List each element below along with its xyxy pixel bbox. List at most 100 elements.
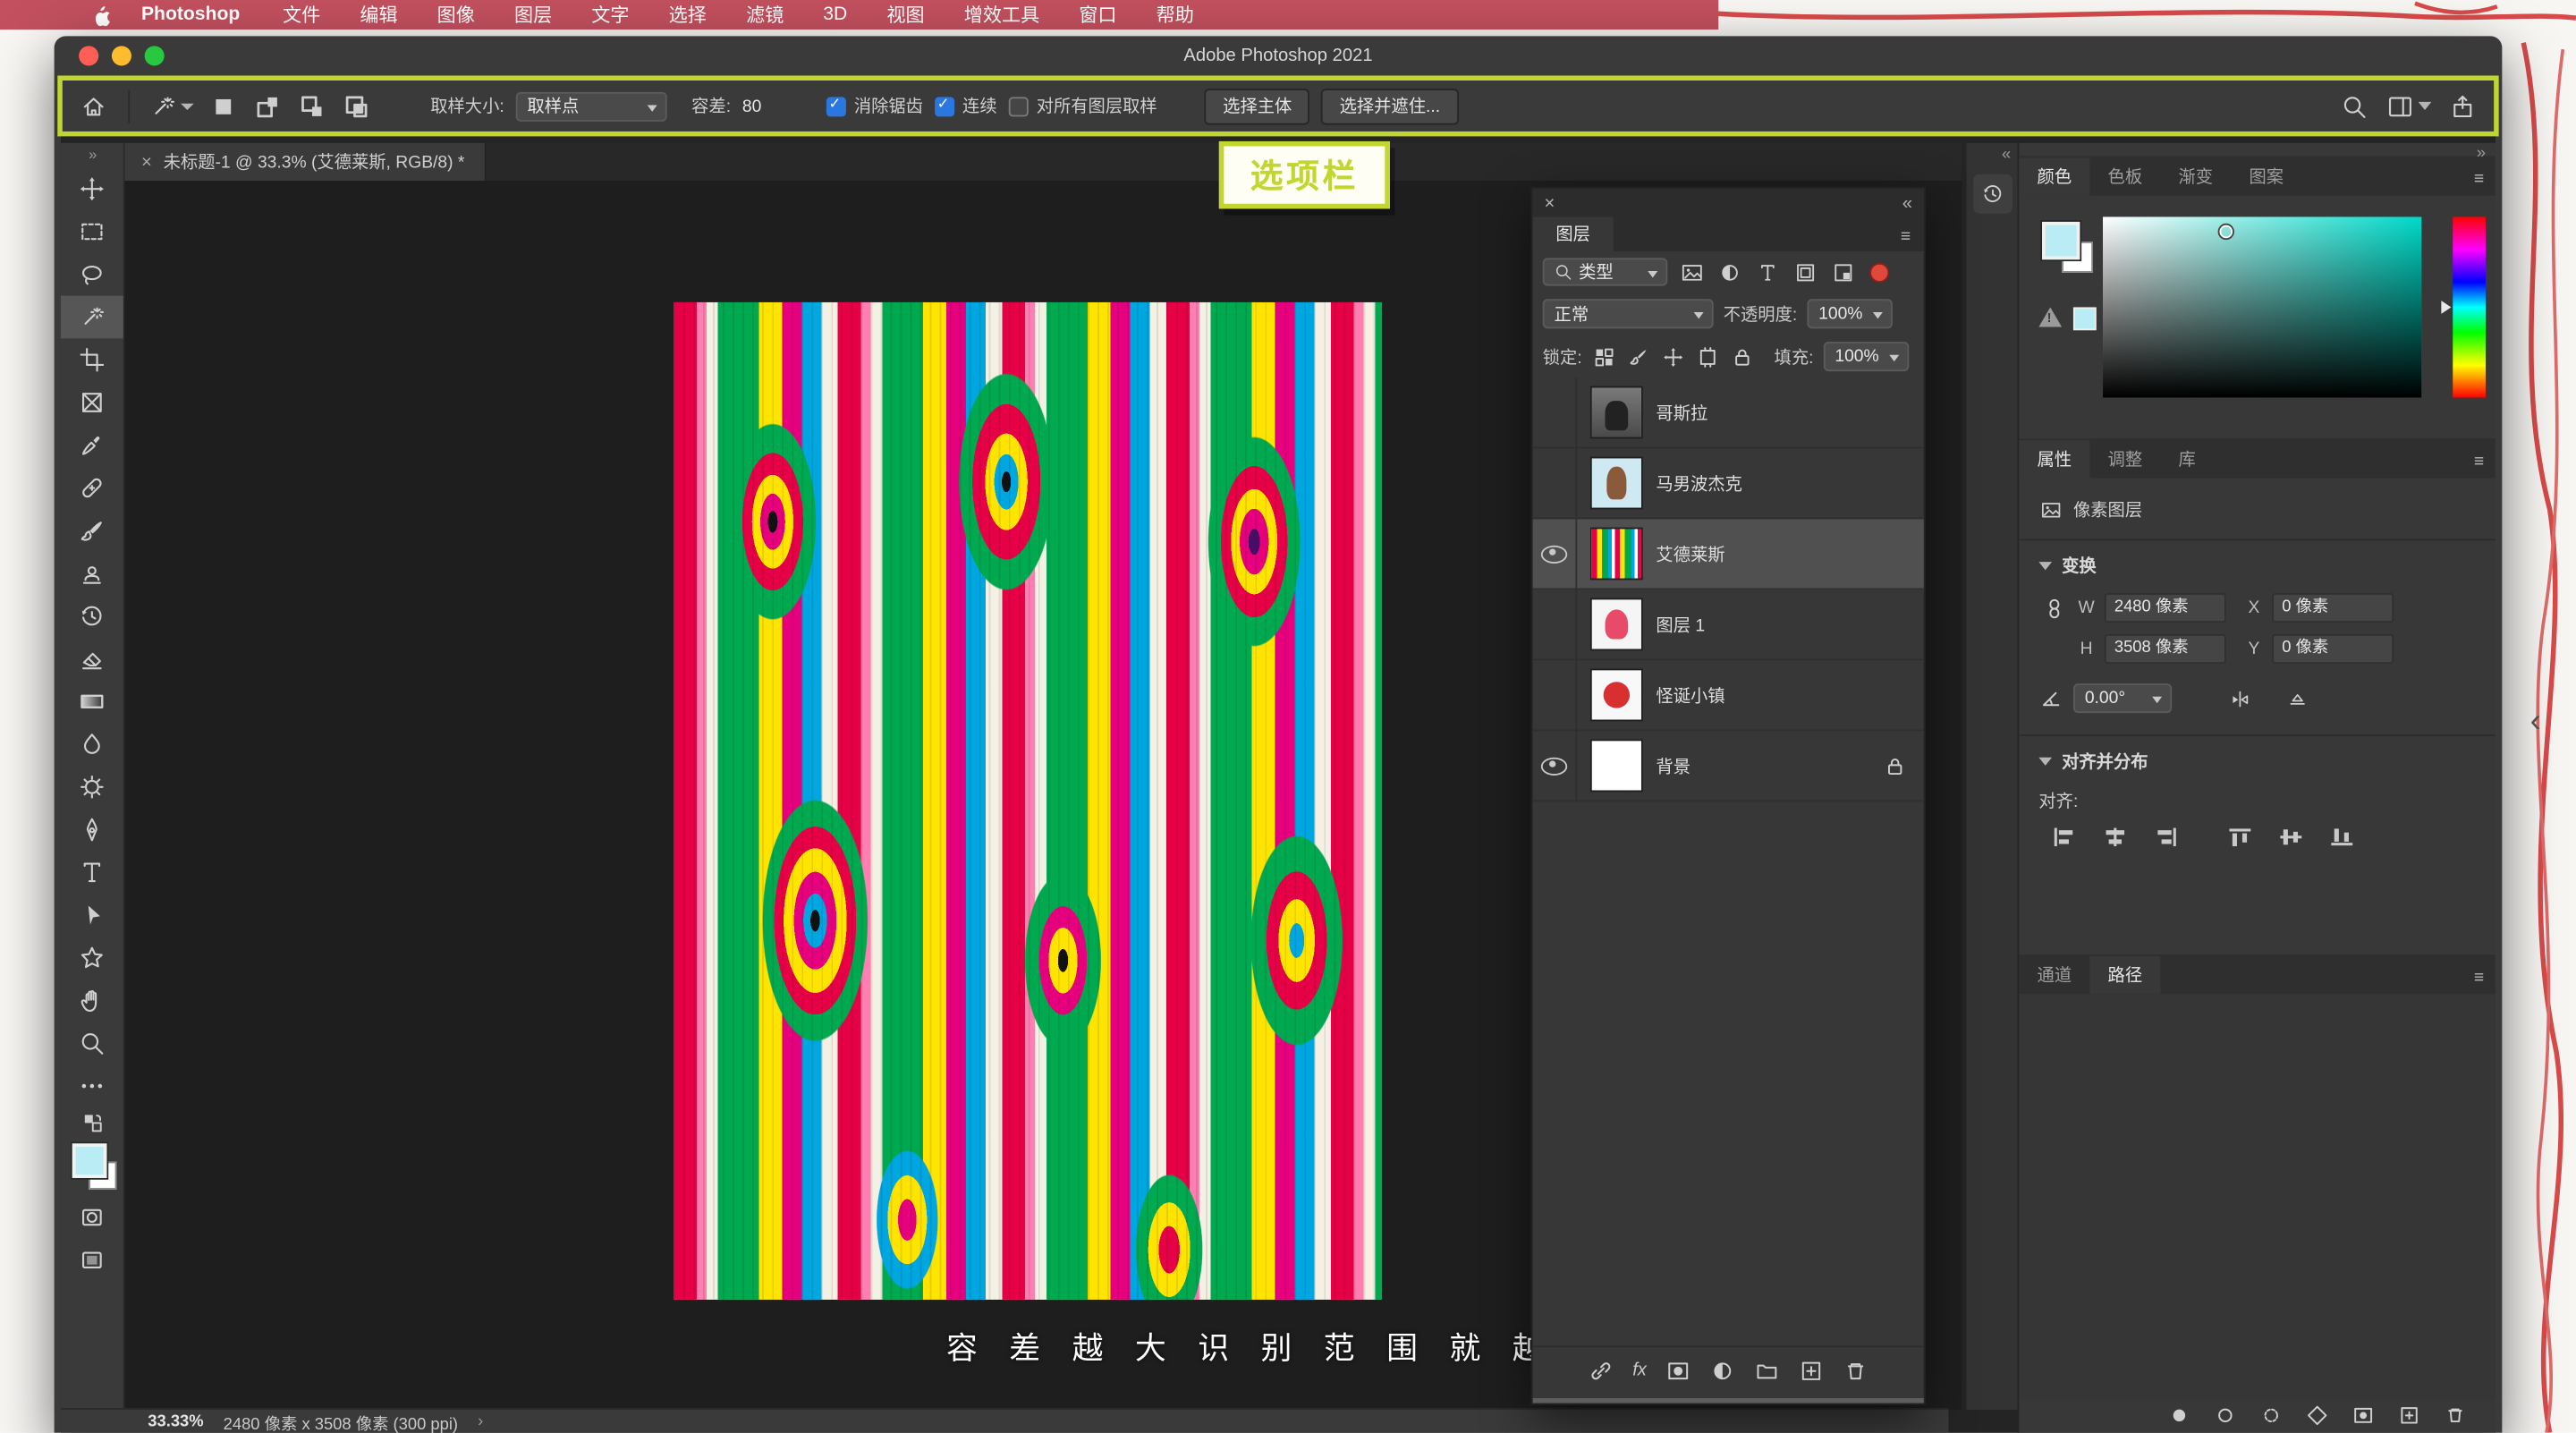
tool-history-brush[interactable] <box>61 595 123 638</box>
tool-move[interactable] <box>61 167 123 210</box>
history-panel-icon[interactable] <box>1972 174 2012 214</box>
tab-color[interactable]: 颜色 <box>2019 157 2089 195</box>
menu-app-name[interactable]: Photoshop <box>118 5 263 25</box>
menu-item-file[interactable]: 文件 <box>263 2 340 28</box>
tool-crop[interactable] <box>61 338 123 381</box>
tool-clone-stamp[interactable] <box>61 552 123 595</box>
lock-artboard-icon[interactable] <box>1695 344 1720 369</box>
layer-row[interactable]: 马男波杰克 <box>1533 448 1924 519</box>
toolbar-collapse-icon[interactable]: » <box>61 143 123 168</box>
flip-vertical-icon[interactable] <box>2285 686 2310 711</box>
layer-thumbnail[interactable] <box>1590 386 1643 439</box>
delete-path-icon[interactable] <box>2443 1403 2468 1428</box>
panel-menu-icon[interactable]: ≡ <box>2474 169 2484 189</box>
tab-swatches[interactable]: 色板 <box>2089 157 2160 195</box>
menu-item-image[interactable]: 图像 <box>418 2 495 28</box>
tab-gradients[interactable]: 渐变 <box>2160 157 2231 195</box>
canvas-image[interactable] <box>674 302 1382 1300</box>
opacity-dropdown[interactable]: 100% <box>1807 299 1893 328</box>
menu-item-layer[interactable]: 图层 <box>495 2 572 28</box>
add-layer-mask-icon[interactable] <box>1666 1358 1691 1383</box>
layer-row-background[interactable]: 背景 <box>1533 731 1924 801</box>
layer-thumbnail[interactable] <box>1590 457 1643 510</box>
dock-collapse-icon[interactable]: » <box>2477 145 2486 163</box>
visibility-toggle[interactable] <box>1533 589 1578 658</box>
close-panel-icon[interactable]: × <box>1545 193 1555 213</box>
lock-position-icon[interactable] <box>1661 344 1686 369</box>
anti-alias-check-icon[interactable] <box>826 96 846 115</box>
color-picker-handle[interactable] <box>2217 225 2233 241</box>
panel-resize-handle[interactable] <box>1533 1398 1924 1403</box>
align-top-icon[interactable] <box>2228 827 2253 848</box>
flip-horizontal-icon[interactable] <box>2228 686 2253 711</box>
eye-icon[interactable] <box>1541 757 1567 775</box>
tab-libraries[interactable]: 库 <box>2160 440 2214 478</box>
adjustment-layer-icon[interactable] <box>1711 1358 1736 1383</box>
home-icon[interactable] <box>75 85 111 128</box>
menu-item-3d[interactable]: 3D <box>803 5 867 25</box>
add-to-selection-mode-icon[interactable] <box>251 85 284 128</box>
layer-thumbnail[interactable] <box>1590 528 1643 581</box>
menu-item-window[interactable]: 窗口 <box>1059 2 1136 28</box>
tool-eyedropper[interactable] <box>61 424 123 467</box>
contiguous-check-icon[interactable] <box>935 96 954 115</box>
tool-shape[interactable] <box>61 937 123 979</box>
close-tab-icon[interactable]: × <box>141 152 152 172</box>
filter-shape-layers-icon[interactable] <box>1791 258 1818 285</box>
anti-alias-checkbox[interactable]: 消除锯齿 <box>826 94 923 119</box>
layer-row[interactable]: 哥斯拉 <box>1533 377 1924 448</box>
panel-menu-icon[interactable]: ≡ <box>1887 226 1924 251</box>
align-horizontal-center-icon[interactable] <box>2103 827 2128 848</box>
eye-icon[interactable] <box>1541 545 1567 563</box>
tab-paths[interactable]: 路径 <box>2089 956 2160 994</box>
menu-item-help[interactable]: 帮助 <box>1137 2 1214 28</box>
menu-item-type[interactable]: 文字 <box>572 2 648 28</box>
layer-row-selected[interactable]: 艾德莱斯 <box>1533 519 1924 589</box>
mask-from-path-icon[interactable] <box>2305 1403 2330 1428</box>
align-bottom-icon[interactable] <box>2329 827 2354 848</box>
tab-layers[interactable]: 图层 <box>1533 216 1614 251</box>
tool-eraser[interactable] <box>61 638 123 681</box>
rotation-angle-dropdown[interactable]: 0.00° <box>2073 683 2172 713</box>
tool-more-ellipsis[interactable] <box>61 1064 123 1107</box>
new-mask-icon[interactable] <box>2351 1403 2376 1428</box>
gamut-color-swatch[interactable] <box>2073 307 2097 330</box>
menu-item-select[interactable]: 选择 <box>649 2 726 28</box>
status-chevron-icon[interactable]: › <box>478 1412 483 1430</box>
visibility-toggle[interactable] <box>1533 519 1578 588</box>
layer-filter-type-dropdown[interactable]: 类型 <box>1543 258 1668 285</box>
magic-wand-tool-icon[interactable] <box>146 85 195 128</box>
align-vertical-center-icon[interactable] <box>2279 827 2304 848</box>
foreground-background-swatches[interactable] <box>61 1140 123 1196</box>
saturation-brightness-field[interactable] <box>2103 216 2421 397</box>
layer-row[interactable]: 怪诞小镇 <box>1533 660 1924 731</box>
new-group-icon[interactable] <box>1755 1358 1780 1383</box>
sample-all-layers-checkbox[interactable]: 对所有图层取样 <box>1008 94 1157 119</box>
share-icon[interactable] <box>2445 85 2480 128</box>
tool-frame[interactable] <box>61 381 123 424</box>
tool-gradient[interactable] <box>61 680 123 723</box>
hue-slider-handle[interactable] <box>2441 300 2451 313</box>
menu-item-view[interactable]: 视图 <box>867 2 944 28</box>
lock-pixels-icon[interactable] <box>1626 344 1651 369</box>
tool-zoom[interactable] <box>61 1022 123 1064</box>
hue-slider[interactable] <box>2453 216 2486 397</box>
new-selection-mode-icon[interactable] <box>207 85 240 128</box>
tab-channels[interactable]: 通道 <box>2019 956 2089 994</box>
menu-item-edit[interactable]: 编辑 <box>340 2 417 28</box>
height-value[interactable]: 3508 像素 <box>2105 634 2226 664</box>
tab-adjustments[interactable]: 调整 <box>2089 440 2160 478</box>
fill-path-icon[interactable] <box>2167 1403 2192 1428</box>
tool-brush[interactable] <box>61 509 123 552</box>
filter-smart-objects-icon[interactable] <box>1828 258 1856 285</box>
x-value[interactable]: 0 像素 <box>2272 593 2394 623</box>
tab-patterns[interactable]: 图案 <box>2231 157 2301 195</box>
panel-menu-icon[interactable]: ≡ <box>2474 452 2484 471</box>
panel-expand-chevron-icon[interactable]: ‹ <box>2530 703 2541 741</box>
subtract-from-selection-mode-icon[interactable] <box>296 85 329 128</box>
menu-item-filter[interactable]: 滤镜 <box>726 2 803 28</box>
layer-thumbnail[interactable] <box>1590 669 1643 722</box>
tool-type[interactable] <box>61 851 123 894</box>
link-dimensions-icon[interactable] <box>2038 596 2068 621</box>
delete-layer-icon[interactable] <box>1843 1358 1868 1383</box>
